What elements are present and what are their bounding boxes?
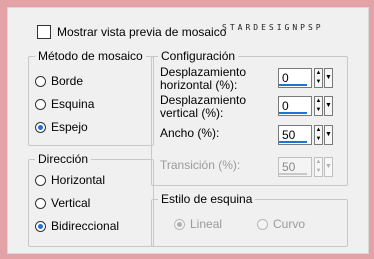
transition-dropdown: ▼ <box>324 157 333 177</box>
width-updown[interactable]: ▲ ▼ <box>314 125 323 145</box>
tile-method-title: Método de mosaico <box>35 49 146 63</box>
horizontal-offset-dropdown[interactable]: ▼ <box>324 68 333 88</box>
watermark: STARDESIGNPSP <box>222 23 324 32</box>
radio-bidireccional-button[interactable] <box>35 220 46 232</box>
radio-espejo-button[interactable] <box>35 121 46 133</box>
tile-method-group: Método de mosaico Borde Esquina Espejo <box>28 49 154 146</box>
preview-checkbox-row[interactable]: Mostrar vista previa de mosaico <box>37 25 226 39</box>
transition-spinner: 50 ▲ ▼ ▼ <box>278 157 334 177</box>
preview-checkbox-label: Mostrar vista previa de mosaico <box>57 25 227 39</box>
corner-style-group: Estilo de esquina Lineal Curvo <box>151 192 348 247</box>
radio-vertical[interactable]: Vertical <box>35 195 90 211</box>
radio-lineal: Lineal <box>174 216 222 232</box>
horizontal-offset-slider-bar[interactable] <box>279 84 307 86</box>
radio-borde-button[interactable] <box>35 75 46 87</box>
width-slider-bar[interactable] <box>279 141 307 143</box>
radio-vertical-label: Vertical <box>51 196 91 210</box>
radio-curvo: Curvo <box>257 216 305 232</box>
param-vertical-offset-label: Desplazamiento vertical (%): <box>160 94 246 120</box>
radio-borde-label: Borde <box>51 74 84 88</box>
radio-esquina-button[interactable] <box>35 98 46 110</box>
param-width-label: Ancho (%): <box>160 126 220 140</box>
horizontal-offset-updown[interactable]: ▲ ▼ <box>314 68 323 88</box>
radio-horizontal[interactable]: Horizontal <box>35 172 105 188</box>
width-spinner[interactable]: 50 ▲ ▼ ▼ <box>278 125 334 145</box>
transition-slider-bar <box>279 173 307 175</box>
param-horizontal-offset-label-line2: horizontal (%): <box>160 78 238 92</box>
direction-title: Dirección <box>35 152 92 166</box>
radio-horizontal-label: Horizontal <box>51 173 106 187</box>
radio-borde[interactable]: Borde <box>35 73 83 89</box>
vertical-offset-updown[interactable]: ▲ ▼ <box>314 96 323 116</box>
radio-curvo-label: Curvo <box>273 217 306 231</box>
radio-esquina-label: Esquina <box>51 97 95 111</box>
radio-curvo-button <box>257 218 268 230</box>
radio-bidireccional-label: Bidireccional <box>51 219 120 233</box>
vertical-offset-spinner[interactable]: 0 ▲ ▼ ▼ <box>278 96 334 116</box>
radio-espejo-label: Espejo <box>51 120 88 134</box>
horizontal-offset-spinner[interactable]: 0 ▲ ▼ ▼ <box>278 68 334 88</box>
radio-lineal-label: Lineal <box>190 217 223 231</box>
configuration-title: Configuración <box>158 49 239 63</box>
radio-espejo[interactable]: Espejo <box>35 119 88 135</box>
param-horizontal-offset-label: Desplazamiento horizontal (%): <box>160 66 246 92</box>
vertical-offset-dropdown[interactable]: ▼ <box>324 96 333 116</box>
radio-bidireccional[interactable]: Bidireccional <box>35 218 119 234</box>
preview-checkbox[interactable] <box>37 25 51 39</box>
dialog: Mostrar vista previa de mosaico STARDESI… <box>7 7 369 254</box>
radio-horizontal-button[interactable] <box>35 174 46 186</box>
width-dropdown[interactable]: ▼ <box>324 125 333 145</box>
transition-updown: ▲ ▼ <box>314 157 323 177</box>
param-transition-label: Transición (%): <box>160 158 241 172</box>
configuration-group: Configuración Desplazamiento horizontal … <box>151 49 348 186</box>
corner-style-title: Estilo de esquina <box>158 192 256 206</box>
param-vertical-offset-label-line2: vertical (%): <box>160 106 224 120</box>
direction-group: Dirección Horizontal Vertical Bidireccio… <box>28 152 154 247</box>
radio-lineal-button <box>174 218 185 230</box>
radio-vertical-button[interactable] <box>35 197 46 209</box>
vertical-offset-slider-bar[interactable] <box>279 112 307 114</box>
radio-esquina[interactable]: Esquina <box>35 96 94 112</box>
